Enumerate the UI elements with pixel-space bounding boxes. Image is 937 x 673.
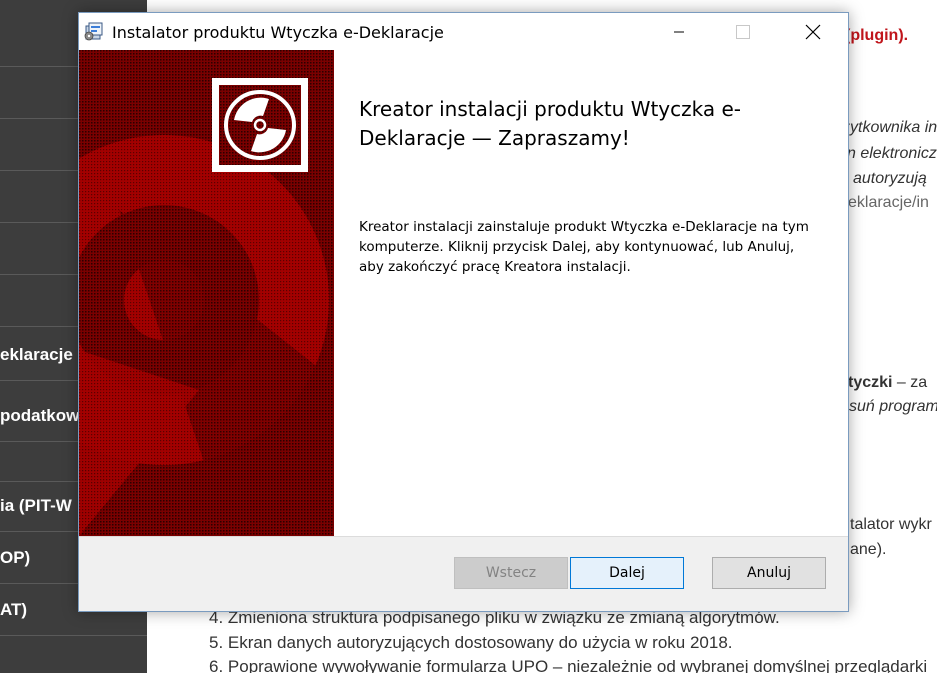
maximize-icon [720,13,766,50]
article-fragment: eklaracje/in [848,194,929,211]
changelog-item: 5. Ekran danych autoryzujących dostosowa… [209,633,733,652]
wizard-content: Kreator instalacji produktu Wtyczka e-De… [334,50,848,536]
wizard-footer: Wstecz Dalej Anuluj [79,536,848,611]
article-fragment: (plugin). [845,27,909,44]
article-fragment: n elektronicz [847,145,937,162]
installer-package-icon [83,20,105,42]
installer-window: Instalator produktu Wtyczka e-Deklaracje [78,12,849,612]
article-fragment: żytkownika in [842,119,937,136]
wizard-heading: Kreator instalacji produktu Wtyczka e-De… [359,97,742,150]
minimize-icon[interactable] [656,13,702,50]
close-icon[interactable] [790,13,836,50]
article-fragment: suń program [849,398,937,415]
article-fragment: talator wykr [850,516,932,533]
cancel-button[interactable]: Anuluj [712,557,826,589]
wizard-banner [79,50,334,536]
next-button[interactable]: Dalej [570,557,684,589]
article-fragment: ane). [850,541,887,558]
back-button: Wstecz [454,557,568,589]
article-fragment: autoryzują [853,170,927,187]
disc-icon [212,78,308,172]
article-fragment: tyczki – za [848,374,928,391]
changelog-item: 6. Poprawione wywoływanie formularza UPO… [209,657,928,673]
wizard-description: Kreator instalacji zainstaluje produkt W… [359,219,809,275]
title-bar[interactable]: Instalator produktu Wtyczka e-Deklaracje [79,13,848,50]
window-title: Instalator produktu Wtyczka e-Deklaracje [112,23,444,42]
